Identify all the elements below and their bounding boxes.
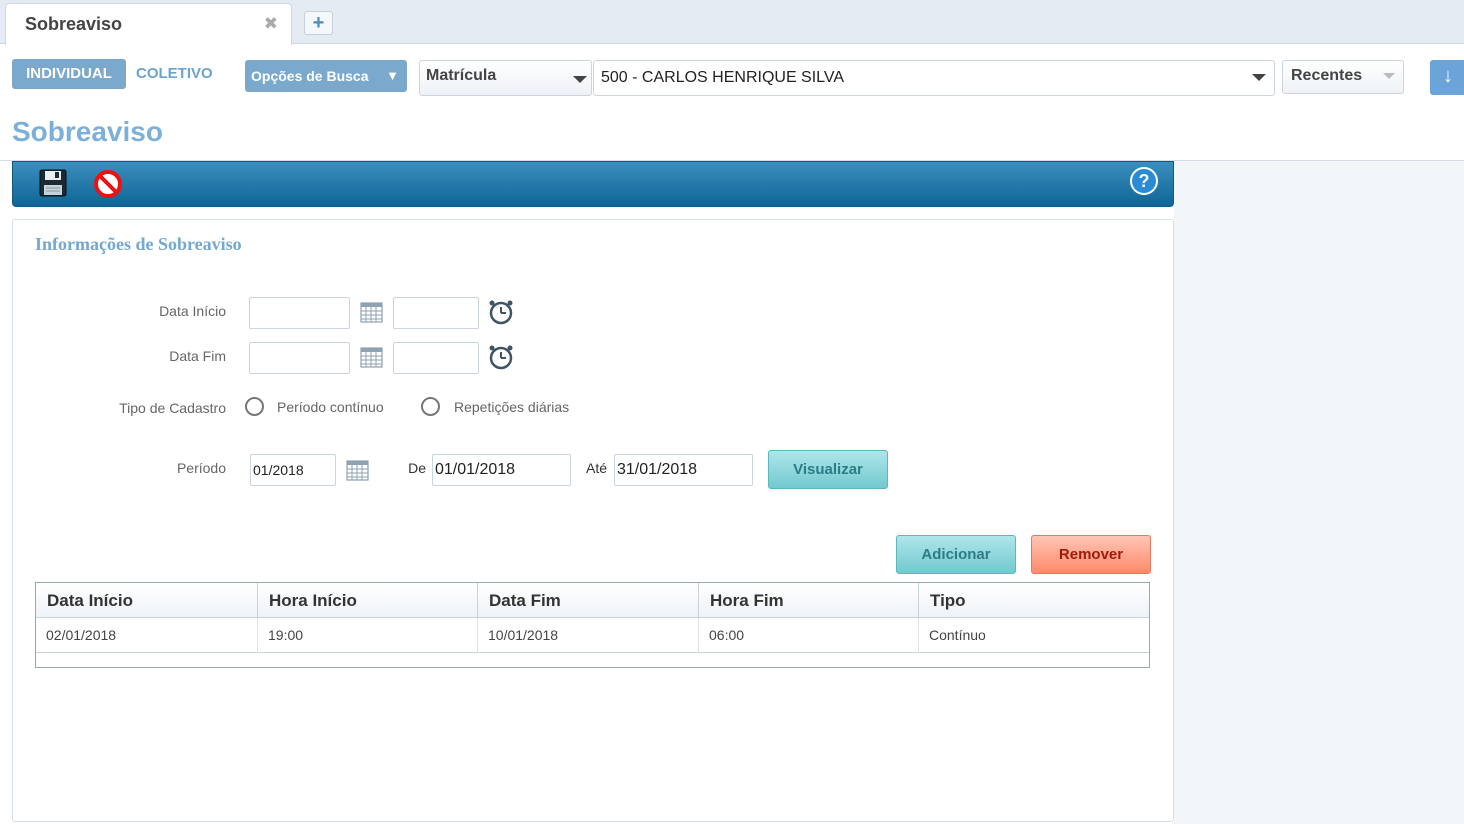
table-header: Data Início Hora Início Data Fim Hora Fi… — [36, 583, 1149, 618]
search-options-label: Opções de Busca — [251, 68, 369, 84]
right-pane — [1174, 161, 1464, 824]
recent-label: Recentes — [1291, 67, 1363, 84]
data-inicio-input[interactable] — [249, 297, 350, 329]
search-options-button[interactable]: Opções de Busca ▼ — [245, 60, 407, 92]
ate-input[interactable]: 31/01/2018 — [614, 454, 753, 486]
table-cell: 10/01/2018 — [478, 618, 699, 653]
add-tab-button[interactable]: + — [304, 11, 333, 35]
clock-icon[interactable] — [488, 344, 514, 375]
search-field-value: Matrícula — [426, 67, 497, 84]
tab-strip: Sobreaviso ✖ + — [0, 0, 1464, 45]
save-icon[interactable] — [38, 168, 70, 200]
table-cell: Contínuo — [929, 627, 986, 643]
action-toolbar: ? — [12, 161, 1174, 207]
de-label: De — [408, 460, 426, 476]
help-icon[interactable]: ? — [1129, 166, 1161, 198]
adicionar-button[interactable]: Adicionar — [896, 535, 1016, 574]
periodo-continuo-label: Período contínuo — [277, 399, 384, 415]
employee-select[interactable]: 500 - CARLOS HENRIQUE SILVA — [593, 60, 1275, 96]
close-icon[interactable]: ✖ — [264, 14, 278, 34]
data-fim-input[interactable] — [249, 342, 350, 374]
calendar-icon[interactable] — [360, 301, 383, 328]
hora-inicio-input[interactable] — [393, 297, 479, 329]
tipo-cadastro-label: Tipo de Cadastro — [119, 400, 226, 416]
table-cell: 19:00 — [258, 618, 478, 653]
visualizar-button[interactable]: Visualizar — [768, 450, 888, 489]
table-cell: 06:00 — [699, 618, 919, 653]
coletivo-button[interactable]: COLETIVO — [136, 59, 213, 89]
data-fim-label: Data Fim — [169, 348, 226, 364]
page-title: Sobreaviso — [12, 116, 163, 147]
dropdown-caret-icon — [573, 76, 587, 83]
tab-title: Sobreaviso — [25, 14, 123, 34]
column-header-hora-inicio[interactable]: Hora Início — [258, 583, 478, 618]
search-field-select[interactable]: Matrícula — [419, 60, 592, 96]
sobreaviso-table: Data Início Hora Início Data Fim Hora Fi… — [35, 582, 1150, 668]
chevron-down-icon: ▼ — [386, 68, 399, 83]
table-row[interactable]: 02/01/2018 19:00 10/01/2018 06:00 Contín… — [36, 618, 1149, 653]
column-header-hora-fim[interactable]: Hora Fim — [699, 583, 919, 618]
hora-fim-input[interactable] — [393, 342, 479, 374]
repeticoes-diarias-radio[interactable] — [421, 397, 440, 416]
clock-icon[interactable] — [488, 299, 514, 330]
cancel-icon[interactable] — [93, 168, 125, 200]
periodo-label: Período — [176, 460, 226, 476]
column-header-tipo[interactable]: Tipo — [919, 583, 1149, 618]
individual-button[interactable]: INDIVIDUAL — [12, 59, 126, 89]
download-button[interactable]: ↓ — [1430, 60, 1464, 95]
section-title: Informações de Sobreaviso — [35, 234, 242, 254]
column-header-data-inicio[interactable]: Data Início — [36, 583, 258, 618]
svg-text:?: ? — [1139, 171, 1150, 191]
ate-label: Até — [585, 460, 607, 476]
dropdown-caret-icon — [1252, 74, 1266, 81]
employee-value: 500 - CARLOS HENRIQUE SILVA — [601, 69, 845, 86]
de-input[interactable]: 01/01/2018 — [432, 454, 571, 486]
data-inicio-label: Data Início — [159, 303, 226, 319]
periodo-continuo-radio[interactable] — [245, 397, 264, 416]
table-cell: 02/01/2018 — [36, 618, 258, 653]
calendar-icon[interactable] — [346, 459, 369, 486]
periodo-input[interactable]: 01/2018 — [250, 454, 336, 486]
tab-sobreaviso[interactable]: Sobreaviso ✖ — [5, 3, 292, 45]
recent-select[interactable]: Recentes — [1282, 60, 1404, 94]
remover-button[interactable]: Remover — [1031, 535, 1151, 574]
calendar-icon[interactable] — [360, 346, 383, 373]
column-header-data-fim[interactable]: Data Fim — [478, 583, 699, 618]
repeticoes-diarias-label: Repetições diárias — [454, 399, 570, 415]
dropdown-caret-icon — [1383, 73, 1395, 79]
